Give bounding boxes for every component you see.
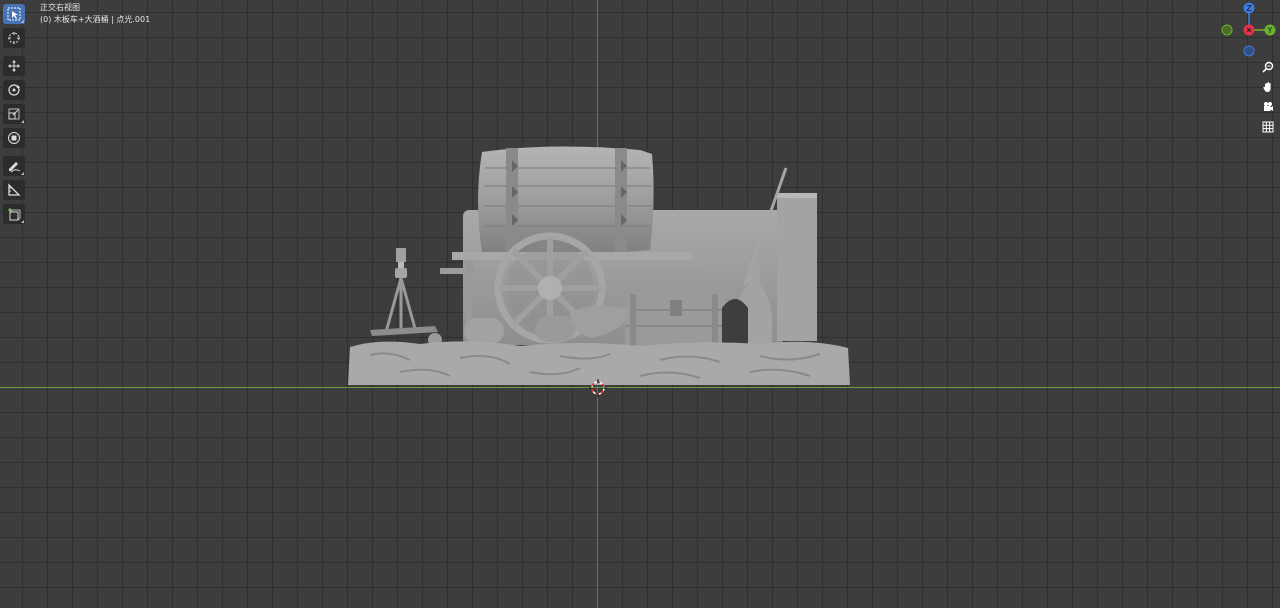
neg-z-axis-handle[interactable] — [1243, 45, 1255, 57]
treasure-chest — [625, 292, 726, 350]
transform-tool[interactable] — [3, 128, 25, 148]
ruler-icon — [8, 183, 21, 196]
rotate-icon — [8, 84, 20, 96]
3d-cursor-icon — [8, 32, 20, 44]
select-cursor-icon — [7, 7, 21, 21]
tripod-lamp — [384, 248, 418, 333]
move-arrows-icon — [8, 60, 20, 72]
navigation-gizmo[interactable]: Z Y — [1218, 0, 1280, 60]
scene-model-cart-barrel[interactable] — [340, 140, 860, 395]
pan-button[interactable] — [1259, 78, 1277, 96]
select-box-tool[interactable] — [3, 4, 25, 24]
z-axis-label: Z — [1246, 4, 1252, 13]
ortho-toggle-button[interactable] — [1259, 118, 1277, 136]
right-pillar — [777, 193, 817, 341]
camera-icon — [1264, 102, 1273, 111]
scale-icon — [8, 108, 20, 120]
cursor-tool[interactable] — [3, 28, 25, 48]
tool-shelf — [3, 4, 28, 228]
grid-icon — [1262, 121, 1274, 133]
view-name: 正交右视图 — [40, 3, 80, 12]
rotate-tool[interactable] — [3, 80, 25, 100]
viewport-info: 正交右视图 (0) 木板车+大酒桶 | 点光.001 — [40, 2, 150, 26]
move-tool[interactable] — [3, 56, 25, 76]
zoom-button[interactable] — [1259, 58, 1277, 76]
3d-cursor[interactable] — [588, 378, 608, 398]
add-cube-tool[interactable] — [3, 204, 25, 224]
pencil-icon — [9, 162, 21, 173]
camera-view-button[interactable] — [1259, 98, 1277, 116]
pan-hand-icon — [1263, 82, 1271, 92]
annotate-tool[interactable] — [3, 156, 25, 176]
active-object-context: (0) 木板车+大酒桶 | 点光.001 — [40, 15, 151, 24]
zoom-icon — [1262, 61, 1274, 73]
y-axis-label: Y — [1267, 26, 1273, 35]
add-cube-icon — [8, 208, 21, 221]
scale-tool[interactable] — [3, 104, 25, 124]
transform-icon — [8, 132, 20, 144]
neg-y-axis-handle[interactable] — [1221, 24, 1233, 36]
measure-tool[interactable] — [3, 180, 25, 200]
